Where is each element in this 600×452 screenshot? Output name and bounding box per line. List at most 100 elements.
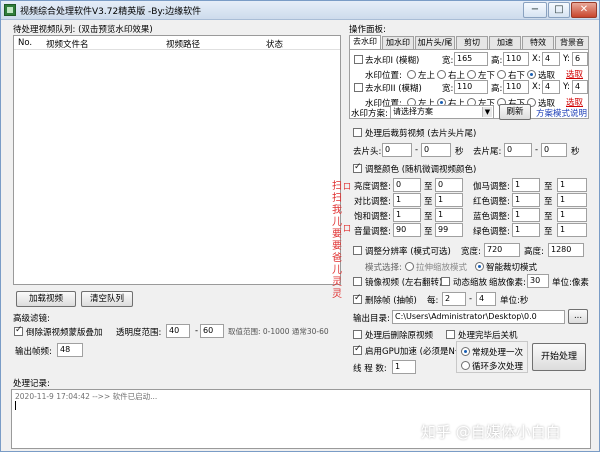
wm1-pos-top-left-radio[interactable]: [407, 70, 416, 79]
remove-watermark-2-checkbox[interactable]: [354, 83, 363, 92]
trim-tail-max-field[interactable]: 0: [541, 143, 567, 157]
drop-frames-checkbox[interactable]: [353, 293, 362, 304]
column-path[interactable]: 视频路径: [166, 38, 200, 50]
queue-header: No. 视频文件名 视频路径 状态: [14, 36, 340, 50]
resolution-label: 调整分辨率 (模式可选): [365, 247, 451, 257]
tab-bgm[interactable]: 背景音: [555, 36, 589, 49]
brightness-min-field[interactable]: 0: [393, 178, 421, 192]
volume-min-field[interactable]: 90: [393, 223, 421, 237]
tab-effects[interactable]: 特效: [522, 36, 554, 49]
saturation-min-field[interactable]: 1: [393, 208, 421, 222]
dynamic-zoom-checkbox[interactable]: [441, 277, 450, 286]
resolution-checkbox[interactable]: [353, 246, 362, 255]
transparency-label: 透明度范围:: [116, 328, 162, 338]
wm2-x-field[interactable]: 4: [542, 80, 560, 94]
side-char: 灵: [332, 289, 342, 300]
wm1-height-field[interactable]: 110: [503, 52, 529, 66]
red-max-field[interactable]: 1: [557, 193, 587, 207]
res-height-label: 高度:: [524, 247, 544, 257]
wm2-y-field[interactable]: 4: [572, 80, 588, 94]
res-mode-stretch-radio[interactable]: [405, 262, 414, 271]
color-adjust-checkbox[interactable]: [353, 162, 362, 173]
wm1-pos-bottom-right-radio[interactable]: [497, 70, 506, 79]
contrast-max-field[interactable]: 1: [435, 193, 463, 207]
remove-watermark-1-checkbox[interactable]: [354, 55, 363, 64]
green-label: 绿色调整:: [473, 227, 510, 237]
delete-source-checkbox[interactable]: [353, 330, 362, 339]
side-char: 灵: [332, 277, 342, 288]
maximize-button[interactable]: □: [548, 2, 570, 18]
trim-checkbox[interactable]: [353, 128, 362, 137]
reverse-mask-checkbox[interactable]: [14, 325, 23, 336]
column-no[interactable]: No.: [18, 38, 32, 48]
clear-queue-button[interactable]: 清空队列: [81, 291, 133, 307]
column-filename[interactable]: 视频文件名: [46, 38, 89, 50]
contrast-min-field[interactable]: 1: [393, 193, 421, 207]
gamma-max-field[interactable]: 1: [557, 178, 587, 192]
load-video-button[interactable]: 加载视频: [16, 291, 76, 307]
tab-add-watermark[interactable]: 加水印: [382, 36, 414, 49]
transparency-max-field[interactable]: 60: [200, 324, 224, 338]
volume-label: 音量调整:: [354, 227, 391, 237]
title-bar[interactable]: 视频综合处理软件V3.72精英版 -By:边缘软件 − □ ✕: [1, 1, 599, 20]
refresh-button[interactable]: 刷新: [499, 104, 531, 120]
green-max-field[interactable]: 1: [557, 223, 587, 237]
blue-max-field[interactable]: 1: [557, 208, 587, 222]
tab-remove-watermark[interactable]: 去水印: [349, 35, 381, 49]
tab-cut[interactable]: 剪切: [456, 36, 488, 49]
transparency-min-field[interactable]: 40: [166, 324, 190, 338]
minimize-button[interactable]: −: [523, 2, 547, 18]
wm2-height-field[interactable]: 110: [503, 80, 529, 94]
green-min-field[interactable]: 1: [512, 223, 540, 237]
trim-head-max-field[interactable]: 0: [421, 143, 451, 157]
red-min-field[interactable]: 1: [512, 193, 540, 207]
column-status[interactable]: 状态: [266, 38, 283, 50]
queue-label: 待处理视频队列: (双击预览水印效果): [13, 25, 153, 35]
wm2-width-field[interactable]: 110: [454, 80, 488, 94]
trim-head-min-field[interactable]: 0: [382, 143, 412, 157]
wm1-width-field[interactable]: 165: [454, 52, 488, 66]
scheme-select[interactable]: 请选择方案 ▼: [390, 105, 494, 119]
mode-once-radio[interactable]: [461, 347, 470, 356]
drop-max-field[interactable]: 4: [476, 292, 496, 306]
tab-speed[interactable]: 加速: [489, 36, 521, 49]
app-window: 视频综合处理软件V3.72精英版 -By:边缘软件 − □ ✕ 待处理视频队列:…: [0, 0, 600, 452]
wm1-pos-custom-radio[interactable]: [527, 70, 536, 79]
scheme-help-link[interactable]: 方案模式说明: [536, 107, 587, 119]
mirror-checkbox[interactable]: [353, 277, 362, 286]
mode-loop-radio[interactable]: [461, 361, 470, 370]
threads-field[interactable]: 1: [392, 360, 416, 374]
trim-head-label: 去片头:: [353, 147, 382, 157]
gpu-checkbox[interactable]: [353, 344, 362, 355]
wm1-pos-bottom-left-radio[interactable]: [467, 70, 476, 79]
queue-table[interactable]: No. 视频文件名 视频路径 状态: [13, 35, 341, 285]
wm1-pos-top-right-radio[interactable]: [437, 70, 446, 79]
gamma-min-field[interactable]: 1: [512, 178, 540, 192]
res-height-field[interactable]: 1280: [548, 243, 584, 257]
output-path-field[interactable]: C:\Users\Administrator\Desktop\0.0: [392, 310, 565, 324]
res-mode-label: 模式选择:: [365, 263, 402, 273]
close-button[interactable]: ✕: [571, 2, 597, 18]
res-width-field[interactable]: 720: [484, 243, 520, 257]
wm2-y-label: Y:: [563, 82, 570, 92]
blue-min-field[interactable]: 1: [512, 208, 540, 222]
start-processing-button[interactable]: 开始处理: [532, 343, 586, 371]
res-mode-smart-radio[interactable]: [475, 262, 484, 271]
fps-field[interactable]: 48: [57, 343, 83, 357]
tab-intro-outro[interactable]: 加片头/尾: [415, 36, 455, 49]
brightness-max-field[interactable]: 0: [435, 178, 463, 192]
trim-tail-min-field[interactable]: 0: [504, 143, 532, 157]
zoom-pixel-field[interactable]: 30: [527, 274, 549, 288]
process-mode-group: 常规处理一次 循环多次处理: [456, 341, 528, 373]
contrast-label: 对比调整:: [354, 197, 391, 207]
drop-min-field[interactable]: 2: [442, 292, 466, 306]
shutdown-checkbox[interactable]: [446, 330, 455, 339]
saturation-max-field[interactable]: 1: [435, 208, 463, 222]
brightness-label: 亮度调整:: [354, 182, 391, 192]
wm1-y-field[interactable]: 6: [572, 52, 588, 66]
volume-max-field[interactable]: 99: [435, 223, 463, 237]
red-label: 红色调整:: [473, 197, 510, 207]
browse-button[interactable]: ...: [568, 309, 588, 324]
wm1-x-field[interactable]: 4: [542, 52, 560, 66]
wm1-pick-link[interactable]: 选取: [566, 68, 583, 80]
